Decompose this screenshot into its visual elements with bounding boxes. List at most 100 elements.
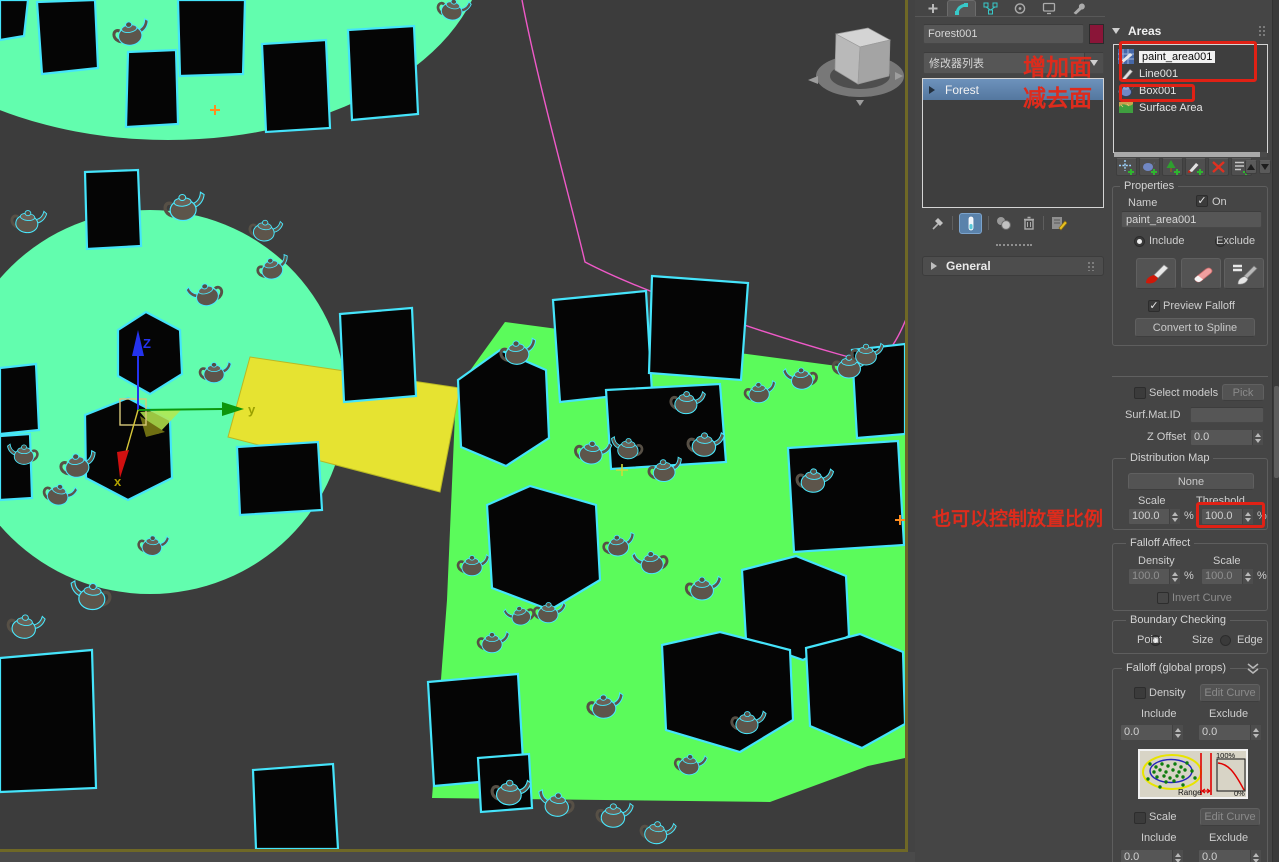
pick-label: Pick	[1232, 386, 1254, 399]
paint-all-button[interactable]	[1224, 258, 1264, 289]
spinner-arrows-icon[interactable]	[1242, 509, 1253, 524]
fg-scale-checkbox[interactable]	[1134, 812, 1146, 824]
falloff-global-title: Falloff (global props)	[1122, 662, 1231, 674]
edit-curve-label: Edit Curve	[1204, 811, 1256, 823]
fg-density-exclude-spinner[interactable]: 0.0	[1198, 724, 1262, 741]
fg-scale-exclude-spinner[interactable]: 0.0	[1198, 849, 1262, 862]
spinner-arrows-icon[interactable]	[1169, 569, 1180, 584]
teapot-icon	[1118, 85, 1134, 97]
tab-utilities[interactable]	[1063, 0, 1092, 16]
tab-motion[interactable]	[1005, 0, 1034, 16]
fa-scale-value: 100.0	[1205, 570, 1233, 582]
spinner-arrows-icon[interactable]	[1172, 850, 1183, 862]
select-models-checkbox[interactable]	[1134, 387, 1146, 399]
make-unique-icon[interactable]	[995, 215, 1013, 231]
spinner-arrows-icon[interactable]	[1250, 850, 1261, 862]
rollout-general[interactable]: General	[922, 256, 1104, 276]
fg-density-checkbox[interactable]	[1134, 687, 1146, 699]
tab-create[interactable]	[918, 0, 947, 16]
tab-hierarchy[interactable]	[976, 0, 1005, 16]
fg-scale-edit-curve-button[interactable]: Edit Curve	[1200, 808, 1260, 826]
spinner-arrows-icon[interactable]	[1169, 509, 1180, 524]
fg-density-include-value: 0.0	[1124, 726, 1140, 738]
tab-modify[interactable]	[947, 0, 976, 16]
move-up-button[interactable]	[1245, 160, 1257, 174]
list-scrollbar-thumb[interactable]	[1114, 152, 1260, 157]
list-item-line[interactable]: Line001	[1114, 65, 1267, 82]
list-item-surface[interactable]: Surface Area	[1114, 99, 1267, 116]
convert-to-spline-button[interactable]: Convert to Spline	[1135, 318, 1255, 337]
object-color-swatch[interactable]	[1089, 24, 1104, 44]
areas-list[interactable]: paint_area001 Line001 Box001 Surface Are…	[1113, 44, 1268, 153]
eraser-button[interactable]	[1181, 258, 1221, 289]
paint-brush-icon	[1146, 264, 1169, 283]
viewcube[interactable]	[808, 27, 904, 106]
falloff-min-label: 0%	[1234, 789, 1245, 797]
add-paint-area-button[interactable]	[1185, 158, 1206, 176]
include-radio[interactable]	[1134, 236, 1145, 247]
fa-scale-spinner[interactable]: 100.0	[1201, 568, 1254, 585]
range-label: Range	[1178, 788, 1202, 797]
area-name-field[interactable]: paint_area001	[1121, 211, 1262, 228]
viewport-panel-gap	[908, 0, 915, 852]
paint-brush-button[interactable]	[1136, 258, 1176, 289]
preview-falloff-checkbox[interactable]	[1148, 300, 1160, 312]
dm-threshold-spinner[interactable]: 100.0	[1201, 508, 1254, 525]
object-name-value: Forest001	[928, 28, 978, 40]
viewport[interactable]: Z y x	[0, 0, 908, 852]
configure-modifier-sets-icon[interactable]	[1050, 215, 1067, 231]
divider	[988, 216, 989, 230]
pin-stack-icon[interactable]	[930, 215, 946, 231]
dm-scale-spinner[interactable]: 100.0	[1128, 508, 1181, 525]
z-offset-spinner[interactable]: 0.0	[1190, 429, 1264, 446]
surface-icon	[1119, 102, 1133, 113]
delete-area-icon	[1212, 161, 1225, 173]
spinner-arrows-icon[interactable]	[1172, 725, 1183, 740]
edge-label: Edge	[1237, 634, 1263, 646]
arrow-up-icon	[1247, 164, 1255, 170]
falloff-diagram: Range 100% 0%	[1138, 749, 1248, 799]
add-forest-area-icon	[1166, 160, 1180, 175]
fg-density-include-spinner[interactable]: 0.0	[1120, 724, 1184, 741]
expand-icon[interactable]	[929, 85, 935, 94]
z-offset-value: 0.0	[1194, 431, 1210, 443]
pick-button[interactable]: Pick	[1222, 384, 1264, 401]
fg-scale-include-spinner[interactable]: 0.0	[1120, 849, 1184, 862]
on-checkbox[interactable]	[1196, 195, 1208, 207]
show-end-result-button[interactable]	[959, 212, 982, 234]
surf-mat-id-field[interactable]	[1190, 407, 1264, 423]
add-object-area-button[interactable]	[1139, 158, 1160, 176]
panel-scrollbar[interactable]	[1272, 0, 1279, 862]
spinner-arrows-icon[interactable]	[1250, 725, 1261, 740]
distribution-none-button[interactable]: None	[1128, 473, 1254, 490]
remove-modifier-icon[interactable]	[1021, 215, 1037, 231]
fg-density-edit-curve-button[interactable]: Edit Curve	[1200, 684, 1260, 702]
divider	[952, 216, 953, 230]
add-forest-area-button[interactable]	[1162, 158, 1183, 176]
rollout-areas[interactable]: Areas	[1112, 22, 1268, 40]
move-down-button[interactable]	[1259, 160, 1271, 174]
panel-resize-handle[interactable]	[996, 244, 1032, 246]
list-item-label: Line001	[1139, 67, 1179, 80]
edit-curve-label: Edit Curve	[1204, 687, 1256, 699]
list-scrollbar[interactable]	[1114, 152, 1267, 157]
delete-area-button[interactable]	[1208, 158, 1229, 176]
list-item-box[interactable]: Box001	[1114, 82, 1267, 99]
spinner-arrows-icon[interactable]	[1252, 430, 1263, 445]
falloff-affect-title: Falloff Affect	[1126, 537, 1195, 549]
modifier-label: Forest	[945, 82, 980, 97]
panel-scrollbar-thumb[interactable]	[1274, 386, 1279, 478]
arrow-down-icon	[1261, 164, 1269, 170]
tab-display[interactable]	[1034, 0, 1063, 16]
object-name-field[interactable]: Forest001	[923, 24, 1084, 44]
command-panel-tabs	[915, 0, 1105, 17]
fa-density-spinner[interactable]: 100.0	[1128, 568, 1181, 585]
invert-curve-checkbox[interactable]	[1157, 592, 1169, 604]
gizmo-z-label: Z	[143, 336, 151, 351]
list-item-paint-area[interactable]: paint_area001	[1114, 48, 1267, 65]
add-transform-area-button[interactable]	[1116, 158, 1137, 176]
double-chevron-down-icon[interactable]	[1246, 663, 1260, 675]
add-paint-area-icon	[1187, 163, 1203, 175]
falloff-max-label: 100%	[1216, 751, 1236, 760]
spinner-arrows-icon[interactable]	[1242, 569, 1253, 584]
